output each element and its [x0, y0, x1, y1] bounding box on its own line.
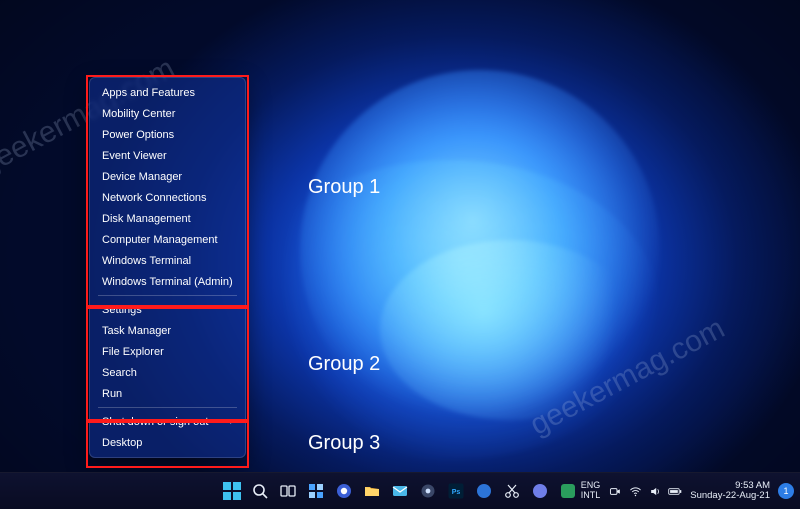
- menu-item-label: Power Options: [102, 129, 174, 141]
- taskbar-right: ^ ENG INTL 9:53 AM Sunday-22-Aug-21 1: [568, 473, 800, 509]
- taskbar-center: Ps: [219, 473, 581, 509]
- menu-item-label: Windows Terminal (Admin): [102, 276, 233, 288]
- app-icon: [531, 482, 549, 500]
- language-indicator[interactable]: ENG INTL: [581, 481, 601, 501]
- battery-icon[interactable]: [668, 485, 682, 498]
- menu-separator: [98, 295, 237, 296]
- taskbar-app-snip[interactable]: [499, 478, 525, 504]
- menu-item-label: Run: [102, 388, 122, 400]
- menu-item-mobility-center[interactable]: Mobility Center: [90, 103, 245, 124]
- task-view-icon: [279, 482, 297, 500]
- menu-item-label: Disk Management: [102, 213, 191, 225]
- taskbar-app-mail[interactable]: [387, 478, 413, 504]
- search-button[interactable]: [247, 478, 273, 504]
- gear-icon: [419, 482, 437, 500]
- taskbar-app-chat[interactable]: [331, 478, 357, 504]
- search-icon: [251, 482, 269, 500]
- menu-item-label: Network Connections: [102, 192, 207, 204]
- menu-item-windows-terminal[interactable]: Windows Terminal: [90, 250, 245, 271]
- language-line2: INTL: [581, 491, 601, 501]
- menu-item-search[interactable]: Search: [90, 362, 245, 383]
- menu-item-windows-terminal-admin[interactable]: Windows Terminal (Admin): [90, 271, 245, 292]
- menu-item-power-options[interactable]: Power Options: [90, 124, 245, 145]
- menu-item-label: Shut down or sign out: [102, 416, 208, 428]
- taskbar-app-photoshop[interactable]: Ps: [443, 478, 469, 504]
- photoshop-icon: Ps: [447, 482, 465, 500]
- notification-count: 1: [783, 486, 788, 496]
- menu-item-apps-and-features[interactable]: Apps and Features: [90, 82, 245, 103]
- widgets-icon: [307, 482, 325, 500]
- start-button[interactable]: [219, 478, 245, 504]
- volume-icon[interactable]: [648, 485, 662, 498]
- clock[interactable]: 9:53 AM Sunday-22-Aug-21: [690, 481, 770, 502]
- taskbar-app-generic-1[interactable]: [471, 478, 497, 504]
- chat-icon: [335, 482, 353, 500]
- app-icon: [475, 482, 493, 500]
- taskbar-app-file-explorer[interactable]: [359, 478, 385, 504]
- annotation-label-group1: Group 1: [308, 176, 380, 199]
- menu-separator: [98, 407, 237, 408]
- menu-item-label: Mobility Center: [102, 108, 175, 120]
- annotation-label-group3: Group 3: [308, 432, 380, 455]
- wifi-icon[interactable]: [628, 485, 642, 498]
- taskbar-app-generic-3[interactable]: [555, 478, 581, 504]
- menu-item-task-manager[interactable]: Task Manager: [90, 320, 245, 341]
- clock-date: Sunday-22-Aug-21: [690, 491, 770, 501]
- menu-item-label: Computer Management: [102, 234, 218, 246]
- svg-text:Ps: Ps: [452, 489, 461, 496]
- desktop[interactable]: geekermag.com geekermag.com Apps and Fea…: [0, 0, 800, 509]
- meet-now-icon[interactable]: [608, 485, 622, 498]
- menu-item-label: Desktop: [102, 437, 142, 449]
- menu-item-label: Search: [102, 367, 137, 379]
- app-icon: [559, 482, 577, 500]
- mail-icon: [391, 482, 409, 500]
- taskbar-app-generic-2[interactable]: [527, 478, 553, 504]
- menu-item-event-viewer[interactable]: Event Viewer: [90, 145, 245, 166]
- menu-item-run[interactable]: Run: [90, 383, 245, 404]
- scissors-icon: [503, 482, 521, 500]
- chevron-right-icon: ›: [230, 416, 233, 427]
- menu-item-device-manager[interactable]: Device Manager: [90, 166, 245, 187]
- folder-icon: [363, 482, 381, 500]
- taskbar-app-settings[interactable]: [415, 478, 441, 504]
- task-view-button[interactable]: [275, 478, 301, 504]
- system-tray: [608, 485, 682, 498]
- menu-item-label: Event Viewer: [102, 150, 167, 162]
- menu-item-desktop[interactable]: Desktop: [90, 432, 245, 453]
- menu-item-network-connections[interactable]: Network Connections: [90, 187, 245, 208]
- menu-item-settings[interactable]: Settings: [90, 299, 245, 320]
- menu-item-label: Settings: [102, 304, 142, 316]
- menu-item-disk-management[interactable]: Disk Management: [90, 208, 245, 229]
- notifications-button[interactable]: 1: [778, 483, 794, 499]
- taskbar: Ps ^ ENG INTL: [0, 472, 800, 509]
- widgets-button[interactable]: [303, 478, 329, 504]
- menu-item-file-explorer[interactable]: File Explorer: [90, 341, 245, 362]
- menu-item-label: Windows Terminal: [102, 255, 191, 267]
- windows-logo-icon: [223, 482, 241, 500]
- menu-item-label: Task Manager: [102, 325, 171, 337]
- menu-item-label: Device Manager: [102, 171, 182, 183]
- menu-item-shutdown-signout[interactable]: Shut down or sign out ›: [90, 411, 245, 432]
- menu-item-computer-management[interactable]: Computer Management: [90, 229, 245, 250]
- annotation-label-group2: Group 2: [308, 353, 380, 376]
- menu-item-label: Apps and Features: [102, 87, 195, 99]
- winx-context-menu: Apps and Features Mobility Center Power …: [89, 77, 246, 458]
- menu-item-label: File Explorer: [102, 346, 164, 358]
